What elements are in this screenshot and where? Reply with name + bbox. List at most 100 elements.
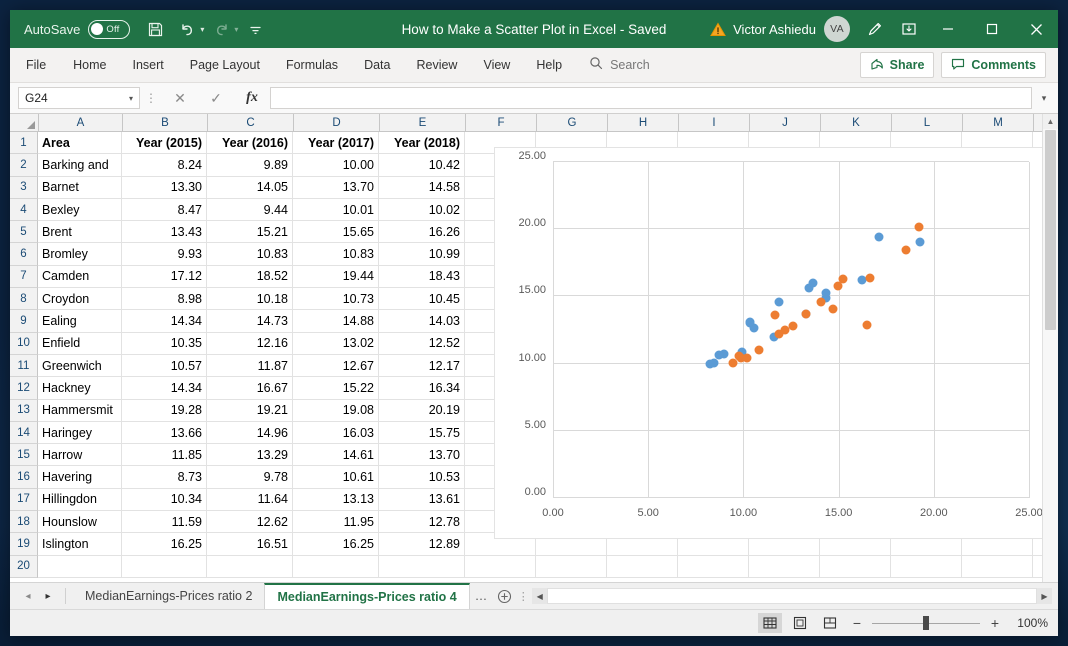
cell[interactable]: Bexley [38,199,122,220]
ribbon-tab-review[interactable]: Review [403,48,470,82]
scroll-left-icon[interactable]: ◀ [532,588,547,604]
cell[interactable] [678,556,749,577]
cell[interactable]: 16.67 [207,377,293,398]
column-header-D[interactable]: D [294,114,380,131]
cell[interactable]: Brent [38,221,122,242]
cell[interactable]: Hounslow [38,511,122,532]
redo-dropdown-icon[interactable]: ▾ [234,25,238,34]
cell[interactable]: 9.93 [122,243,207,264]
minimize-button[interactable] [926,10,970,48]
cell[interactable]: 10.61 [293,466,379,487]
cell[interactable] [891,556,962,577]
cell[interactable]: 10.35 [122,333,207,354]
row-header[interactable]: 12 [10,377,38,399]
cell[interactable]: 11.64 [207,489,293,510]
cell[interactable]: 14.96 [207,422,293,443]
cell[interactable] [536,556,607,577]
expand-formula-bar-icon[interactable]: ▾ [1034,93,1054,104]
cell[interactable]: 10.99 [379,243,465,264]
chart-data-point-series-1[interactable] [916,237,925,246]
cell[interactable]: 10.34 [122,489,207,510]
autosave-toggle[interactable]: Off [88,20,130,39]
cell[interactable]: 15.21 [207,221,293,242]
cell[interactable]: 12.17 [379,355,465,376]
row-header[interactable]: 14 [10,422,38,444]
cell[interactable]: 13.70 [379,444,465,465]
cell[interactable]: 9.89 [207,154,293,175]
cell[interactable]: Haringey [38,422,122,443]
undo-dropdown-icon[interactable]: ▾ [200,25,204,34]
close-button[interactable] [1014,10,1058,48]
chart-data-point-series-2[interactable] [802,309,811,318]
name-box[interactable]: G24 ▾ [18,87,140,109]
cell[interactable]: 15.65 [293,221,379,242]
horizontal-scrollbar[interactable]: ◀ ▶ [532,588,1052,604]
page-layout-view-icon[interactable] [788,613,812,633]
row-header[interactable]: 11 [10,355,38,377]
cell[interactable]: 19.44 [293,266,379,287]
cell[interactable]: Havering [38,466,122,487]
cell[interactable]: 19.21 [207,400,293,421]
cell[interactable]: 12.16 [207,333,293,354]
cell[interactable]: Barking and [38,154,122,175]
cell[interactable]: 11.85 [122,444,207,465]
cell[interactable]: 18.52 [207,266,293,287]
previous-sheet-icon[interactable]: ◂ [18,591,38,602]
row-header[interactable]: 15 [10,444,38,466]
cell[interactable]: 8.98 [122,288,207,309]
cell[interactable]: 10.73 [293,288,379,309]
cell[interactable] [293,556,379,577]
cell[interactable]: 14.34 [122,377,207,398]
chart-data-point-series-2[interactable] [816,298,825,307]
cell[interactable]: 10.57 [122,355,207,376]
row-header[interactable]: 7 [10,266,38,288]
cell[interactable]: Barnet [38,177,122,198]
column-header-G[interactable]: G [537,114,608,131]
cell[interactable]: 8.47 [122,199,207,220]
chart-data-point-series-2[interactable] [833,282,842,291]
page-break-preview-icon[interactable] [818,613,842,633]
chart-data-point-series-2[interactable] [775,330,784,339]
cell[interactable]: 12.78 [379,511,465,532]
cell[interactable]: 11.87 [207,355,293,376]
cell[interactable] [749,556,820,577]
scatter-chart[interactable]: 0.005.0010.0015.0020.0025.000.005.0010.0… [494,147,1044,539]
cell[interactable]: 10.01 [293,199,379,220]
ribbon-tab-home[interactable]: Home [60,48,119,82]
zoom-in-button[interactable]: + [986,615,1004,631]
cell[interactable]: 16.51 [207,533,293,554]
row-header[interactable]: 3 [10,177,38,199]
select-all-corner[interactable] [10,114,39,131]
chart-data-point-series-1[interactable] [745,317,754,326]
ribbon-tab-formulas[interactable]: Formulas [273,48,351,82]
cell[interactable]: Hammersmit [38,400,122,421]
chart-data-point-series-2[interactable] [914,222,923,231]
cell[interactable]: 14.58 [379,177,465,198]
chart-data-point-series-2[interactable] [735,352,744,361]
cell[interactable]: 14.05 [207,177,293,198]
cell[interactable]: Enfield [38,333,122,354]
sheet-tab-truncated[interactable]: … [470,583,493,609]
cell[interactable]: 16.34 [379,377,465,398]
scroll-right-icon[interactable]: ▶ [1037,588,1052,604]
cell[interactable]: 10.42 [379,154,465,175]
ribbon-tab-help[interactable]: Help [523,48,575,82]
formula-input[interactable] [270,87,1032,109]
cell[interactable]: Hackney [38,377,122,398]
row-header[interactable]: 6 [10,243,38,265]
cell[interactable] [122,556,207,577]
chart-data-point-series-2[interactable] [789,322,798,331]
cell[interactable]: 17.12 [122,266,207,287]
cell[interactable]: 9.44 [207,199,293,220]
cell[interactable]: 14.73 [207,310,293,331]
formula-bar-grip[interactable]: ⋮ [140,91,162,105]
cell[interactable]: 11.95 [293,511,379,532]
confirm-entry-button[interactable]: ✓ [198,87,234,109]
zoom-level-label[interactable]: 100% [1010,616,1048,630]
comments-button[interactable]: Comments [941,52,1046,78]
chart-data-point-series-2[interactable] [863,320,872,329]
cell[interactable]: 15.22 [293,377,379,398]
cell[interactable]: 13.02 [293,333,379,354]
cell[interactable] [38,556,122,577]
cell[interactable]: 11.59 [122,511,207,532]
